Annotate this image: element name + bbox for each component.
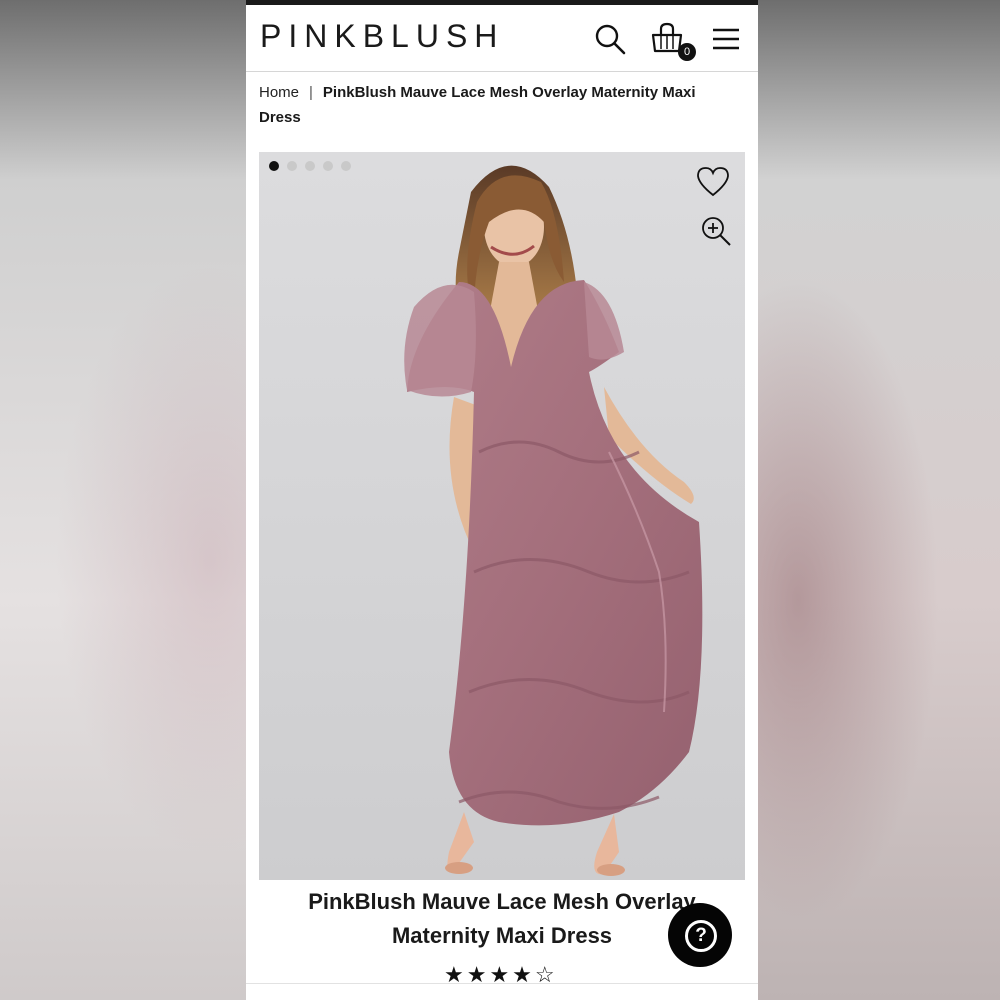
search-icon[interactable] — [592, 21, 628, 57]
pagination-dot[interactable] — [305, 161, 315, 171]
shopping-bag-icon[interactable]: 0 — [650, 21, 696, 61]
pagination-dot[interactable] — [269, 161, 279, 171]
heart-icon[interactable] — [695, 164, 731, 200]
help-button[interactable]: ? — [668, 903, 732, 967]
breadcrumb-current: PinkBlush Mauve Lace Mesh Overlay Matern… — [259, 84, 696, 126]
product-image-gallery[interactable] — [259, 152, 745, 880]
brand-logo[interactable]: PINKBLUSH — [260, 18, 504, 55]
pagination-dot[interactable] — [341, 161, 351, 171]
background-blur-right — [758, 0, 1000, 1000]
pagination-dot[interactable] — [323, 161, 333, 171]
product-photo — [404, 165, 703, 876]
image-pagination-dots — [269, 161, 351, 171]
hamburger-menu-icon[interactable] — [708, 21, 744, 57]
zoom-in-icon[interactable] — [699, 214, 735, 250]
cart-count-badge: 0 — [678, 43, 696, 61]
breadcrumb-separator: | — [309, 84, 313, 101]
rating-stars[interactable]: ★★★★☆ — [444, 962, 558, 988]
breadcrumb: Home | PinkBlush Mauve Lace Mesh Overlay M… — [259, 80, 729, 130]
pagination-dot[interactable] — [287, 161, 297, 171]
site-header: PINKBLUSH 0 — [246, 5, 758, 72]
background-blur-left — [0, 0, 246, 1000]
breadcrumb-home-link[interactable]: Home — [259, 84, 299, 101]
product-title-line: PinkBlush Mauve Lace Mesh Overlay — [308, 889, 696, 914]
divider — [246, 983, 758, 984]
mobile-page: PINKBLUSH 0 Home | PinkBlush Mauve Lace Me… — [246, 0, 758, 1000]
help-icon: ? — [685, 920, 717, 952]
